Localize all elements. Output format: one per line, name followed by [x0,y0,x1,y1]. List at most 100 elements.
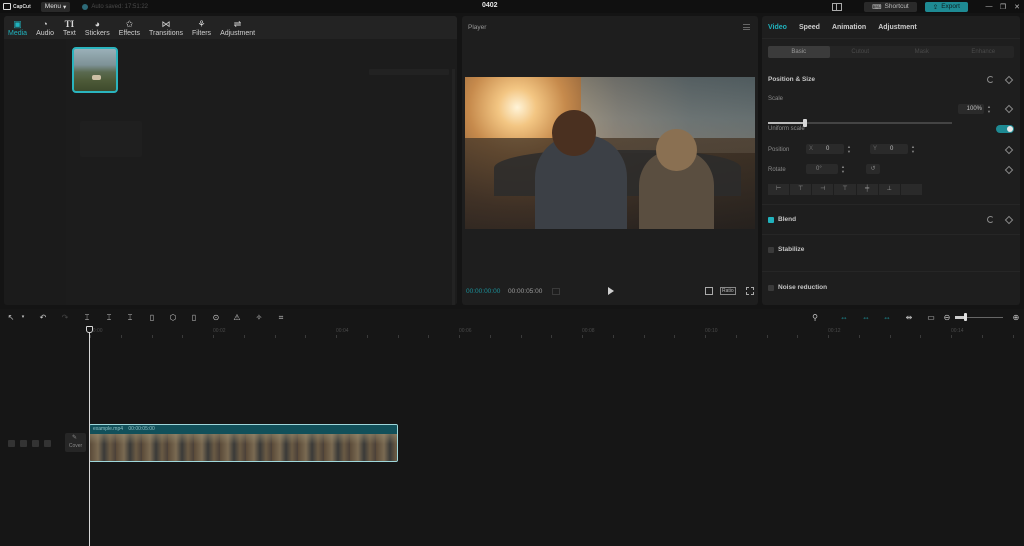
keyframe-icon[interactable] [1004,165,1014,175]
crop-icon[interactable]: ⌗ [275,312,287,323]
rotate-flip-button[interactable]: ↺ [866,164,880,174]
tab-animation[interactable]: Animation [832,24,866,31]
subtab-mask[interactable]: Mask [891,46,953,58]
zoom-slider-knob[interactable] [964,313,967,321]
delete-icon[interactable]: ▯ [146,312,158,323]
audio-mute-icon[interactable] [44,440,51,447]
media-thumbnail[interactable] [72,47,118,93]
tab-speed[interactable]: Speed [799,24,820,31]
position-y-stepper-icon[interactable]: ▲ ▼ [910,144,916,154]
main-track-magnet-icon[interactable]: ⇔ [838,312,850,323]
tab-media[interactable]: ▣ Media [8,19,27,39]
blend-label[interactable]: Blend [778,216,796,223]
rotate-stepper-icon[interactable]: ▲ ▼ [840,164,846,174]
minimize-icon[interactable]: — [982,3,996,10]
freeze-icon[interactable]: ▯ [188,312,200,323]
delete-left-icon[interactable]: ⌶ [103,312,115,323]
noise-reduction-label[interactable]: Noise reduction [778,284,827,291]
linkage-icon[interactable]: ⇔ [881,312,893,323]
split-icon[interactable]: ⌶ [81,312,93,323]
align-center-h-icon[interactable]: ⊤ [790,184,812,195]
align-right-icon[interactable]: ⊣ [812,184,834,195]
auto-snap-icon[interactable]: ⇔ [860,312,872,323]
align-left-icon[interactable]: ⊢ [768,184,790,195]
undo-icon[interactable]: ↶ [37,312,49,323]
timeline-ruler[interactable]: 00:00 00:02 00:04 00:06 00:08 00:10 00:12 00:14 [90,328,1024,338]
export-button[interactable]: ⇪ Export [924,1,968,12]
eye-icon[interactable] [32,440,39,447]
sidebar-item[interactable] [10,43,60,63]
redo-icon[interactable]: ↷ [59,312,71,323]
stabilize-checkbox[interactable] [768,247,774,253]
scale-slider[interactable] [768,119,952,127]
align-bottom-icon[interactable]: ⊥ [878,184,900,195]
reset-icon[interactable] [987,216,994,223]
caption-icon[interactable]: ▭ [925,312,937,323]
tab-text[interactable]: TI Text [63,19,76,39]
position-x-field[interactable]: X 0 [806,144,844,154]
subtab-cutout[interactable]: Cutout [830,46,892,58]
media-scrollbar[interactable] [452,69,455,305]
rotate-icon[interactable]: ✧ [253,312,265,323]
scale-value[interactable]: 100% [958,104,984,114]
noise-reduction-checkbox[interactable] [768,285,774,291]
tab-filters[interactable]: ⚘ Filters [192,19,211,39]
tab-video[interactable]: Video [768,24,787,31]
tab-stickers[interactable]: ◕ Stickers [85,19,110,39]
playhead[interactable] [89,327,90,546]
delete-right-icon[interactable]: ⌶ [124,312,136,323]
tab-transitions[interactable]: ⋈ Transitions [149,19,183,39]
keyframe-icon[interactable] [1004,145,1014,155]
sidebar-item[interactable] [10,91,60,111]
playhead-handle[interactable] [86,326,93,333]
align-top-icon[interactable]: ⊤ [834,184,856,195]
rotate-field[interactable]: 0° [806,164,838,174]
zoom-in-icon[interactable]: ⊕ [1010,312,1022,323]
sidebar-item[interactable] [10,67,60,87]
chevron-down-icon[interactable]: ▾ [17,312,29,323]
play-icon[interactable] [608,287,614,295]
fit-screen-icon[interactable] [705,287,713,295]
layout-icon[interactable] [832,2,843,11]
tab-adjustment[interactable]: Adjustment [878,24,917,31]
track-frame-icon[interactable] [8,440,15,447]
project-title[interactable]: 0402 [482,2,498,9]
cover-button[interactable]: Cover [65,433,86,452]
scale-stepper-icon[interactable]: ▲ ▼ [986,104,992,114]
align-center-v-icon[interactable]: ╪ [856,184,878,195]
zoom-out-icon[interactable]: ⊖ [941,312,953,323]
ratio-button[interactable]: Ratio [720,287,736,295]
reverse-icon[interactable]: ⊙ [210,312,222,323]
position-x-stepper-icon[interactable]: ▲ ▼ [846,144,852,154]
menu-button[interactable]: Menu ▾ [40,1,71,12]
video-clip[interactable]: example.mp4 00:00:05:00 [89,424,398,462]
keyframe-icon[interactable] [1004,215,1014,225]
tab-effects[interactable]: ✩ Effects [119,19,140,39]
player-menu-icon[interactable] [743,24,750,30]
keyframe-icon[interactable] [1004,75,1014,85]
subtab-enhance[interactable]: Enhance [953,46,1015,58]
close-icon[interactable]: ✕ [1010,3,1024,11]
sidebar-item[interactable] [10,115,60,135]
keyframe-icon[interactable] [1004,104,1014,114]
tab-adjustment[interactable]: ⇌ Adjustment [220,19,255,39]
maximize-icon[interactable]: ❐ [996,3,1010,11]
subtab-basic[interactable]: Basic [768,46,830,58]
shortcut-button[interactable]: ⌨ Shortcut [864,1,917,12]
mirror-icon[interactable]: ⚠ [231,312,243,323]
preview-axis-icon[interactable]: ⇹ [903,312,915,323]
align-extra-icon[interactable] [900,184,922,195]
position-y-field[interactable]: Y 0 [870,144,908,154]
marker-icon[interactable]: ⬡ [167,312,179,323]
tab-audio[interactable]: ◔ Audio [36,19,54,39]
lock-icon[interactable] [20,440,27,447]
uniform-scale-toggle[interactable] [996,125,1014,133]
stabilize-label[interactable]: Stabilize [778,246,804,253]
timecode-toggle-icon[interactable] [552,288,560,295]
microphone-icon[interactable]: ⚲ [809,312,821,323]
video-preview[interactable] [465,77,755,229]
select-cursor-icon[interactable]: ↖ [5,312,17,323]
reset-icon[interactable] [987,76,994,83]
fullscreen-icon[interactable] [746,287,754,295]
blend-checkbox[interactable] [768,217,774,223]
